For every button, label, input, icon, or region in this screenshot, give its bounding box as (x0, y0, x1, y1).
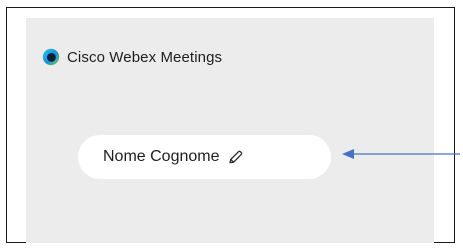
screenshot-frame: Cisco Webex Meetings Nome Cognome (6, 7, 460, 243)
display-name-text: Nome Cognome (103, 148, 220, 165)
webex-window: Cisco Webex Meetings Nome Cognome (26, 18, 434, 243)
display-name-button[interactable]: Nome Cognome (78, 135, 331, 179)
app-titlebar: Cisco Webex Meetings (42, 48, 222, 66)
app-title: Cisco Webex Meetings (67, 48, 223, 66)
pencil-icon[interactable] (227, 149, 244, 166)
webex-logo-icon (42, 48, 60, 66)
arrow-left-icon (342, 149, 460, 159)
